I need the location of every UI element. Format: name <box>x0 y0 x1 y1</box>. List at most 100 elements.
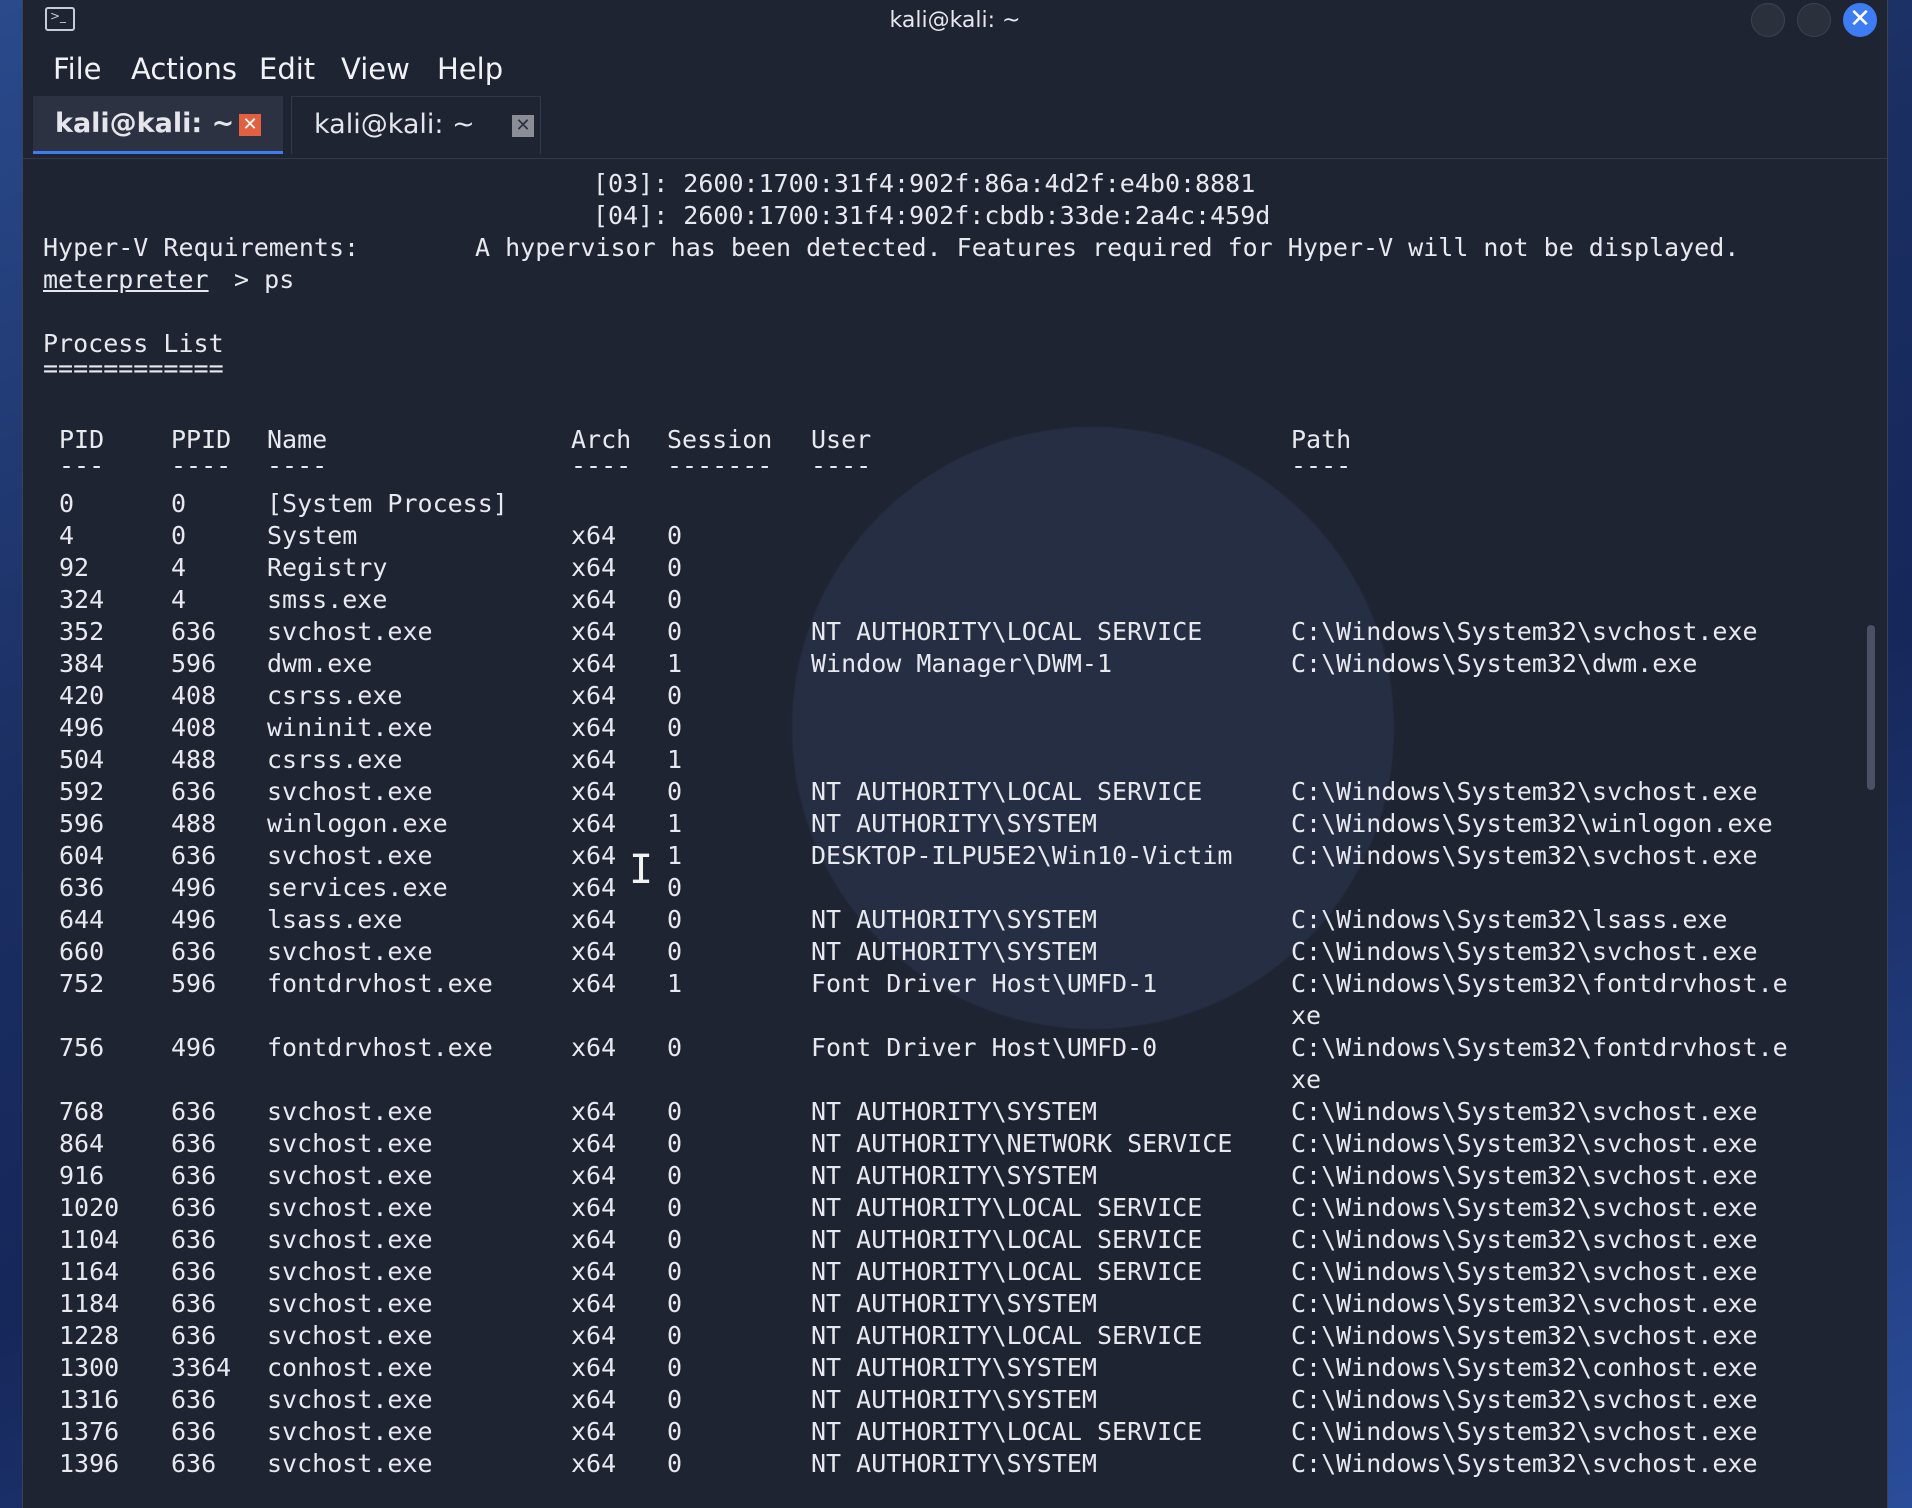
cell: C:\Windows\System32\svchost.exe <box>1291 777 1758 806</box>
cell: svchost.exe <box>267 1449 433 1478</box>
cell: conhost.exe <box>267 1353 433 1382</box>
cell: x64 <box>571 1033 617 1062</box>
cell: x64 <box>571 681 617 710</box>
cell: 768 <box>59 1097 105 1126</box>
cell: 4 <box>171 585 187 614</box>
cell: x64 <box>571 1289 617 1318</box>
cell: 0 <box>667 1417 683 1446</box>
cell: Window Manager\DWM-1 <box>811 649 1113 678</box>
cell: 636 <box>171 1097 217 1126</box>
cell: x64 <box>571 1225 617 1254</box>
cell: 0 <box>667 1257 683 1286</box>
cell: 488 <box>171 809 217 838</box>
cell: 352 <box>59 617 105 646</box>
cell: C:\Windows\System32\svchost.exe <box>1291 937 1758 966</box>
cell: C:\Windows\System32\dwm.exe <box>1291 649 1698 678</box>
cell: C:\Windows\System32\svchost.exe <box>1291 617 1758 646</box>
cell: x64 <box>571 1097 617 1126</box>
cell: 636 <box>171 1225 217 1254</box>
cell: 604 <box>59 841 105 870</box>
minimize-button[interactable] <box>1751 3 1785 37</box>
cell: C:\Windows\System32\fontdrvhost.e xe <box>1291 969 1788 1030</box>
cell: wininit.exe <box>267 713 433 742</box>
cell: 0 <box>171 489 187 518</box>
tab-kali-2[interactable]: kali@kali: ~ ✕ <box>291 96 541 154</box>
cell: C:\Windows\System32\winlogon.exe <box>1291 809 1773 838</box>
cell: C:\Windows\System32\svchost.exe <box>1291 1161 1758 1190</box>
cell: 636 <box>171 1289 217 1318</box>
cell: x64 <box>571 873 617 902</box>
cell: 0 <box>667 713 683 742</box>
cell: 1 <box>667 969 683 998</box>
terminal-output[interactable]: [03]: 2600:1700:31f4:902f:86a:4d2f:e4b0:… <box>43 168 1853 1488</box>
cell: 596 <box>171 969 217 998</box>
cell: NT AUTHORITY\SYSTEM <box>811 809 1097 838</box>
cell: x64 <box>571 585 617 614</box>
menu-bar: File Actions Edit View Help <box>23 40 1887 96</box>
cell: svchost.exe <box>267 1385 433 1414</box>
text-cursor-icon: I <box>629 847 654 893</box>
cell: svchost.exe <box>267 1417 433 1446</box>
menu-view[interactable]: View <box>341 52 410 86</box>
cell: 0 <box>667 681 683 710</box>
cell: svchost.exe <box>267 937 433 966</box>
cell: 636 <box>171 1385 217 1414</box>
tab-close-icon[interactable]: ✕ <box>512 115 534 137</box>
cell: svchost.exe <box>267 841 433 870</box>
cell: NT AUTHORITY\SYSTEM <box>811 1097 1097 1126</box>
cell: 0 <box>667 1321 683 1350</box>
cell: Font Driver Host\UMFD-1 <box>811 969 1158 998</box>
cell: 756 <box>59 1033 105 1062</box>
cell: 420 <box>59 681 105 710</box>
menu-help[interactable]: Help <box>437 52 503 86</box>
menu-edit[interactable]: Edit <box>259 52 315 86</box>
cell: x64 <box>571 1193 617 1222</box>
cell: 1 <box>667 745 683 774</box>
cell: csrss.exe <box>267 681 403 710</box>
cell: --- <box>59 451 105 480</box>
cell: C:\Windows\System32\svchost.exe <box>1291 1097 1758 1126</box>
tab-label: kali@kali: ~ <box>314 109 475 140</box>
cell: 916 <box>59 1161 105 1190</box>
cell: 1316 <box>59 1385 120 1414</box>
cell: lsass.exe <box>267 905 403 934</box>
cell: svchost.exe <box>267 1161 433 1190</box>
cell: NT AUTHORITY\SYSTEM <box>811 1161 1097 1190</box>
cell: csrss.exe <box>267 745 403 774</box>
cell: 596 <box>171 649 217 678</box>
cell: svchost.exe <box>267 1257 433 1286</box>
cell: NT AUTHORITY\SYSTEM <box>811 1385 1097 1414</box>
cell: C:\Windows\System32\svchost.exe <box>1291 1417 1758 1446</box>
cell: ---- <box>171 451 232 480</box>
cell: x64 <box>571 1385 617 1414</box>
menu-actions[interactable]: Actions <box>131 52 237 86</box>
cell: C:\Windows\System32\svchost.exe <box>1291 1257 1758 1286</box>
cell: 636 <box>171 1417 217 1446</box>
cell: x64 <box>571 649 617 678</box>
meterpreter-prompt: meterpreter <box>43 265 209 294</box>
cell: 636 <box>171 1129 217 1158</box>
cell: 752 <box>59 969 105 998</box>
close-icon: ✕ <box>1849 4 1871 34</box>
cell: 0 <box>667 1161 683 1190</box>
cell: svchost.exe <box>267 1321 433 1350</box>
maximize-button[interactable] <box>1797 3 1831 37</box>
cell: 636 <box>171 937 217 966</box>
tab-close-icon[interactable]: ✕ <box>239 114 261 136</box>
cell: winlogon.exe <box>267 809 448 838</box>
cell: 1 <box>667 809 683 838</box>
prompt-line: meterpreter > ps <box>43 264 294 296</box>
tab-label: kali@kali: ~ <box>55 108 235 139</box>
cell: 496 <box>59 713 105 742</box>
cell: svchost.exe <box>267 1225 433 1254</box>
close-window-button[interactable]: ✕ <box>1843 3 1877 37</box>
tab-kali-1[interactable]: kali@kali: ~ ✕ <box>33 96 283 154</box>
cell: x64 <box>571 1417 617 1446</box>
cell: 1 <box>667 841 683 870</box>
cell: 496 <box>171 873 217 902</box>
cell: 1396 <box>59 1449 120 1478</box>
scrollbar[interactable] <box>1867 625 1875 790</box>
cell: 0 <box>667 1225 683 1254</box>
cell: DESKTOP-ILPU5E2\Win10-Victim <box>811 841 1233 870</box>
menu-file[interactable]: File <box>53 52 102 86</box>
